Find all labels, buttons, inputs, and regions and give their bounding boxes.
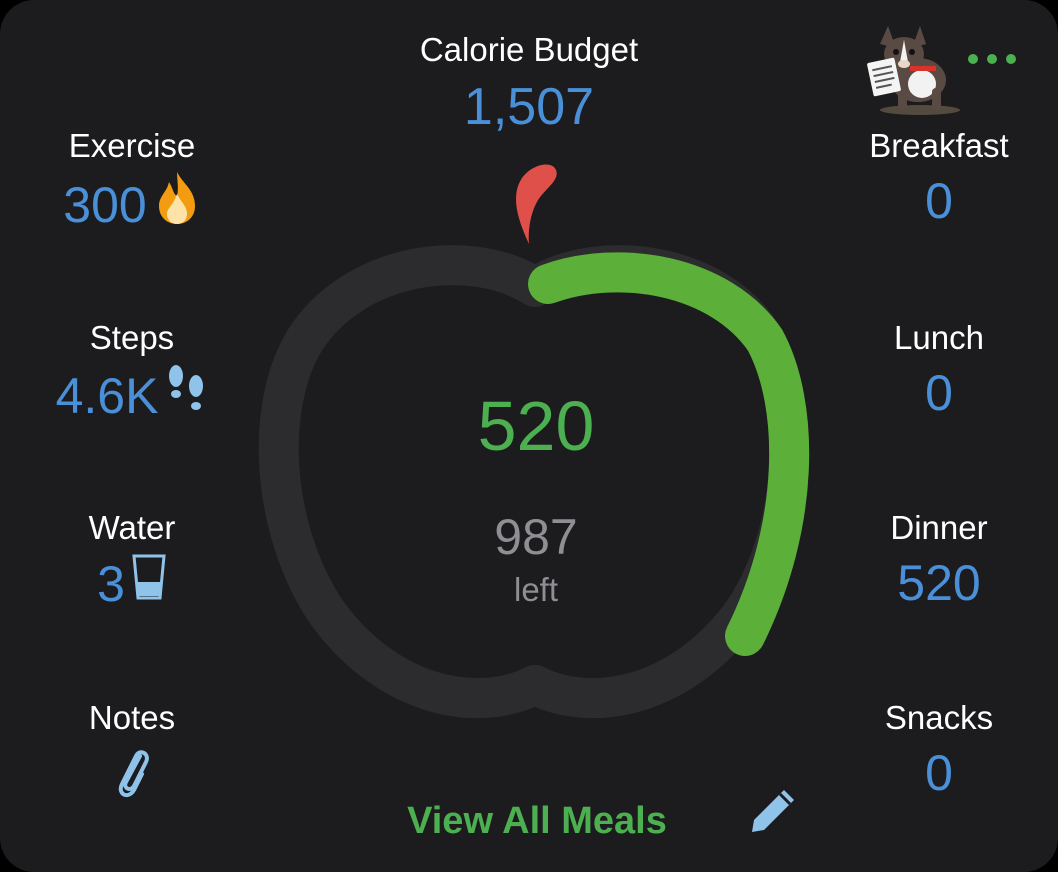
- exercise-stat[interactable]: Exercise 300: [22, 126, 242, 240]
- steps-value: 4.6K: [55, 368, 159, 424]
- glass-icon: [131, 552, 167, 616]
- dinner-label: Dinner: [890, 509, 988, 546]
- water-label: Water: [88, 509, 176, 546]
- calorie-budget: Calorie Budget 1,507: [369, 30, 689, 138]
- more-dot: [1006, 54, 1016, 64]
- lunch-label: Lunch: [894, 319, 984, 356]
- calorie-widget-card: Calorie Budget 1,507 Exercise 300 Steps …: [0, 0, 1058, 872]
- pencil-icon[interactable]: [744, 784, 800, 840]
- breakfast-label: Breakfast: [869, 127, 1009, 164]
- footprints-icon: [164, 362, 208, 430]
- snacks-label: Snacks: [884, 699, 994, 736]
- view-all-meals-button[interactable]: View All Meals: [380, 798, 694, 844]
- more-options-button[interactable]: [968, 44, 1028, 74]
- snacks-value: 0: [925, 745, 953, 801]
- breakfast-value: 0: [925, 173, 953, 229]
- meal-lunch[interactable]: Lunch 0: [829, 318, 1049, 424]
- calories-consumed: 520: [477, 387, 595, 465]
- meal-dinner[interactable]: Dinner 520: [829, 508, 1049, 614]
- notes-stat[interactable]: Notes: [22, 698, 242, 812]
- flame-icon: [153, 170, 201, 240]
- more-dot: [968, 54, 978, 64]
- water-stat[interactable]: Water 3: [22, 508, 242, 616]
- dog-mascot-icon: [862, 18, 962, 116]
- calories-remaining: 987: [494, 509, 578, 565]
- steps-label: Steps: [89, 319, 175, 356]
- notes-label: Notes: [88, 699, 176, 736]
- dinner-value: 520: [897, 555, 981, 611]
- calories-remaining-label: left: [513, 571, 559, 608]
- more-dot: [987, 54, 997, 64]
- ring-track: [258, 245, 810, 719]
- exercise-value: 300: [63, 177, 147, 233]
- calorie-budget-value: 1,507: [463, 78, 595, 136]
- apple-stem: [516, 164, 557, 244]
- lunch-value: 0: [925, 365, 953, 421]
- exercise-label: Exercise: [68, 127, 196, 164]
- meal-breakfast[interactable]: Breakfast 0: [829, 126, 1049, 232]
- water-value: 3: [97, 556, 125, 612]
- meal-snacks[interactable]: Snacks 0: [829, 698, 1049, 804]
- calorie-budget-label: Calorie Budget: [419, 31, 639, 68]
- steps-stat[interactable]: Steps 4.6K: [22, 318, 242, 430]
- paperclip-icon: [112, 742, 152, 812]
